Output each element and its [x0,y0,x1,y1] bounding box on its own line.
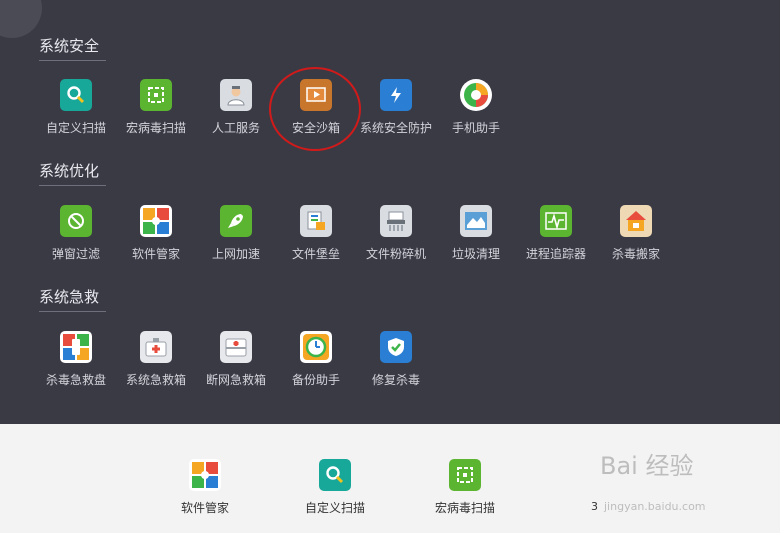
house-box-icon [620,205,652,237]
section-underline [39,60,106,61]
section-title-security: 系统安全 [39,37,100,55]
watermark-logo: Bai 经验 [600,452,694,480]
tool-label: 软件管家 [131,247,180,261]
tool-label: 手机助手 [451,121,500,135]
tool-mobile-assistant[interactable]: 手机助手 [436,79,516,136]
tool-label: 备份助手 [291,373,340,387]
first-aid-kit-icon [140,331,172,363]
tool-rescue-disk[interactable]: 杀毒急救盘 [36,331,116,388]
app-store-icon [140,205,172,237]
tool-av-move[interactable]: 杀毒搬家 [596,205,676,262]
tool-label: 宏病毒扫描 [125,121,186,135]
tool-label: 断网急救箱 [205,373,266,387]
file-safe-icon [300,205,332,237]
tool-repair-av[interactable]: 修复杀毒 [356,331,436,388]
tool-label: 系统急救箱 [125,373,186,387]
pinned-custom-scan[interactable]: 自定义扫描 [295,459,375,516]
tool-label: 弹窗过滤 [51,247,100,261]
tool-macro-virus-scan[interactable]: 宏病毒扫描 [116,79,196,136]
tool-file-shredder[interactable]: 文件粉碎机 [356,205,436,262]
magnifier-icon [60,79,92,111]
tool-label: 人工服务 [211,121,260,135]
tool-offline-first-aid[interactable]: 断网急救箱 [196,331,276,388]
pinned-software-manager[interactable]: 软件管家 [165,459,245,516]
app-store-icon [189,459,221,491]
tool-backup-assistant[interactable]: 备份助手 [276,331,356,388]
tools-panel: ← 系统安全 自定义扫描 宏病毒扫描 人工服务 安全沙箱 [0,0,780,424]
virus-scan-icon [449,459,481,491]
pinned-macro-virus-scan[interactable]: 宏病毒扫描 [425,459,505,516]
section-underline [39,311,106,312]
popup-block-icon [60,205,92,237]
tool-file-fortress[interactable]: 文件堡垒 [276,205,356,262]
tool-label: 上网加速 [211,247,260,261]
rocket-icon [220,205,252,237]
tool-support[interactable]: 人工服务 [196,79,276,136]
trash-clean-icon [460,205,492,237]
tool-label: 杀毒搬家 [611,247,660,261]
usb-rescue-icon [60,331,92,363]
tool-label: 自定义扫描 [45,121,106,135]
toolbox-window: ← 系统安全 自定义扫描 宏病毒扫描 人工服务 安全沙箱 [0,0,780,533]
network-aid-icon [220,331,252,363]
back-button[interactable]: ← [0,0,42,38]
tool-system-first-aid[interactable]: 系统急救箱 [116,331,196,388]
shield-lightning-icon [380,79,412,111]
tool-label: 修复杀毒 [371,373,420,387]
tool-junk-clean[interactable]: 垃圾清理 [436,205,516,262]
tool-system-protection[interactable]: 系统安全防护 [356,79,436,136]
section-title-optimize: 系统优化 [39,162,100,180]
arrow-left-icon: ← [0,0,9,7]
tool-label: 文件粉碎机 [365,247,426,261]
tool-custom-scan[interactable]: 自定义扫描 [36,79,116,136]
tool-label: 宏病毒扫描 [434,501,495,515]
tool-software-manager[interactable]: 软件管家 [116,205,196,262]
process-monitor-icon [540,205,572,237]
section-title-rescue: 系统急救 [39,288,100,306]
tool-label: 自定义扫描 [304,501,365,515]
stray-number: 3 [591,500,598,513]
magnifier-icon [319,459,351,491]
tool-process-tracker[interactable]: 进程追踪器 [516,205,596,262]
section-underline [39,185,106,186]
tool-label: 进程追踪器 [525,247,586,261]
watermark-url: jingyan.baidu.com [604,500,706,513]
tool-net-accelerate[interactable]: 上网加速 [196,205,276,262]
tool-label: 垃圾清理 [451,247,500,261]
tool-label: 杀毒急救盘 [45,373,106,387]
highlight-circle [269,67,361,151]
mobile-ball-icon [460,79,492,111]
shield-repair-icon [380,331,412,363]
tool-label: 文件堡垒 [291,247,340,261]
tool-label: 系统安全防护 [359,121,432,135]
backup-clock-icon [300,331,332,363]
shredder-icon [380,205,412,237]
tool-label: 软件管家 [180,501,229,515]
tool-popup-filter[interactable]: 弹窗过滤 [36,205,116,262]
support-agent-icon [220,79,252,111]
virus-scan-icon [140,79,172,111]
